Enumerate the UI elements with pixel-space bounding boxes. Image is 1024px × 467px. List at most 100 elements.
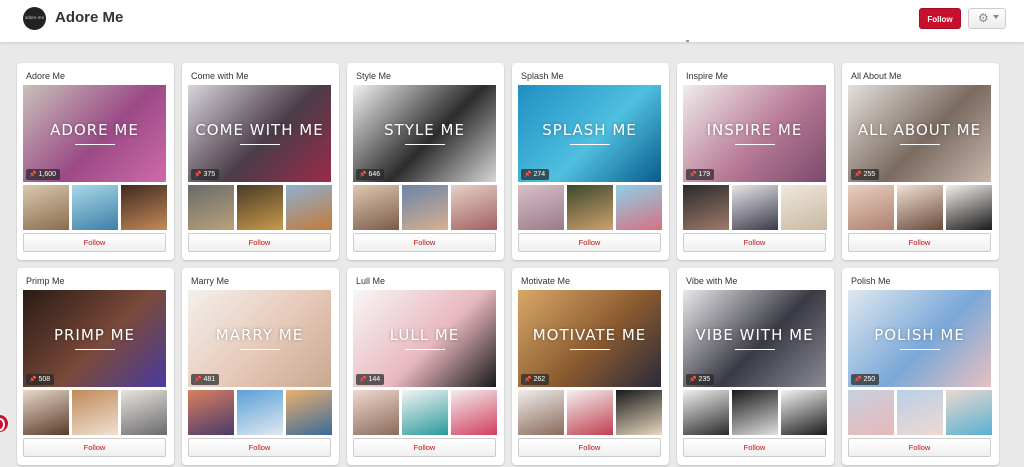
board-thumbnail[interactable] [451, 185, 497, 230]
board-cover[interactable]: MARRY ME 📌 481 [188, 290, 331, 387]
board-card[interactable]: Adore Me ADORE ME 📌 1,600 Follow [17, 63, 174, 260]
board-thumbnail[interactable] [732, 185, 778, 230]
board-title[interactable]: Adore Me [26, 71, 65, 81]
board-card[interactable]: Vibe with Me VIBE WITH ME 📌 235 Follow [677, 268, 834, 465]
board-card[interactable]: All About Me ALL ABOUT ME 📌 255 Follow [842, 63, 999, 260]
cover-divider [570, 144, 610, 145]
follow-board-button[interactable]: Follow [683, 233, 826, 252]
board-card[interactable]: Polish Me POLISH ME 📌 250 Follow [842, 268, 999, 465]
follow-board-button[interactable]: Follow [518, 438, 661, 457]
board-thumbnail[interactable] [188, 390, 234, 435]
pin-count: 375 [203, 171, 216, 178]
pin-count-badge: 📌 250 [851, 374, 880, 385]
follow-board-button[interactable]: Follow [683, 438, 826, 457]
divider-mark [686, 40, 689, 42]
board-card[interactable]: Inspire Me INSPIRE ME 📌 179 Follow [677, 63, 834, 260]
cover-divider [75, 349, 115, 350]
board-thumbnail[interactable] [848, 185, 894, 230]
board-thumbnail[interactable] [72, 390, 118, 435]
board-thumbnail[interactable] [451, 390, 497, 435]
follow-board-button[interactable]: Follow [848, 438, 991, 457]
pin-count-badge: 📌 1,600 [26, 169, 61, 180]
pinterest-logo-icon[interactable] [0, 415, 8, 432]
board-thumbnail[interactable] [781, 185, 827, 230]
board-thumbnail[interactable] [23, 185, 69, 230]
follow-board-button[interactable]: Follow [518, 233, 661, 252]
board-thumbnail[interactable] [286, 185, 332, 230]
board-title[interactable]: Lull Me [356, 276, 385, 286]
follow-board-button[interactable]: Follow [353, 438, 496, 457]
board-thumbnail[interactable] [616, 185, 662, 230]
board-thumbnail[interactable] [353, 390, 399, 435]
board-thumbnail[interactable] [23, 390, 69, 435]
board-thumbnail[interactable] [237, 390, 283, 435]
board-cover[interactable]: STYLE ME 📌 646 [353, 85, 496, 182]
board-thumbnail[interactable] [188, 185, 234, 230]
pin-count-badge: 📌 255 [851, 169, 880, 180]
board-thumbnail[interactable] [237, 185, 283, 230]
board-thumbnail[interactable] [402, 185, 448, 230]
board-thumbnail[interactable] [518, 185, 564, 230]
board-cover[interactable]: INSPIRE ME 📌 179 [683, 85, 826, 182]
board-cover-label: INSPIRE ME [706, 121, 803, 139]
board-cover[interactable]: MOTIVATE ME 📌 262 [518, 290, 661, 387]
board-title[interactable]: Marry Me [191, 276, 229, 286]
board-title[interactable]: Inspire Me [686, 71, 728, 81]
board-thumbnail[interactable] [121, 185, 167, 230]
follow-board-button[interactable]: Follow [23, 438, 166, 457]
board-title[interactable]: Splash Me [521, 71, 564, 81]
board-cover[interactable]: LULL ME 📌 144 [353, 290, 496, 387]
follow-profile-button[interactable]: Follow [919, 8, 961, 29]
board-thumbnail[interactable] [946, 390, 992, 435]
board-card[interactable]: Primp Me PRIMP ME 📌 508 Follow [17, 268, 174, 465]
board-thumbnail[interactable] [567, 185, 613, 230]
profile-header: adore me Adore Me Follow ⚙ [0, 0, 1024, 43]
board-title[interactable]: All About Me [851, 71, 902, 81]
board-thumbnail[interactable] [72, 185, 118, 230]
board-thumbnail[interactable] [683, 185, 729, 230]
board-card[interactable]: Lull Me LULL ME 📌 144 Follow [347, 268, 504, 465]
board-card[interactable]: Marry Me MARRY ME 📌 481 Follow [182, 268, 339, 465]
board-title[interactable]: Vibe with Me [686, 276, 737, 286]
board-thumbnail[interactable] [897, 390, 943, 435]
follow-board-button[interactable]: Follow [188, 438, 331, 457]
board-thumbnail[interactable] [848, 390, 894, 435]
board-thumbnail[interactable] [286, 390, 332, 435]
board-thumbnail[interactable] [616, 390, 662, 435]
board-thumbnail[interactable] [353, 185, 399, 230]
pin-icon: 📌 [29, 377, 37, 383]
board-title[interactable]: Primp Me [26, 276, 65, 286]
follow-board-button[interactable]: Follow [188, 233, 331, 252]
board-title[interactable]: Polish Me [851, 276, 891, 286]
board-thumbnail[interactable] [567, 390, 613, 435]
board-thumbnail[interactable] [683, 390, 729, 435]
board-title[interactable]: Come with Me [191, 71, 249, 81]
board-cover[interactable]: ALL ABOUT ME 📌 255 [848, 85, 991, 182]
board-card[interactable]: Motivate Me MOTIVATE ME 📌 262 Follow [512, 268, 669, 465]
board-thumbnail[interactable] [732, 390, 778, 435]
board-cover[interactable]: COME WITH ME 📌 375 [188, 85, 331, 182]
board-cover[interactable]: PRIMP ME 📌 508 [23, 290, 166, 387]
follow-board-button[interactable]: Follow [23, 233, 166, 252]
board-cover[interactable]: VIBE WITH ME 📌 235 [683, 290, 826, 387]
settings-button[interactable]: ⚙ [968, 8, 1006, 29]
board-thumbnail[interactable] [402, 390, 448, 435]
board-title[interactable]: Style Me [356, 71, 391, 81]
board-thumbnail[interactable] [781, 390, 827, 435]
avatar[interactable]: adore me [23, 7, 46, 30]
board-thumbnail[interactable] [518, 390, 564, 435]
follow-board-button[interactable]: Follow [848, 233, 991, 252]
board-cover[interactable]: ADORE ME 📌 1,600 [23, 85, 166, 182]
board-thumbnail[interactable] [121, 390, 167, 435]
follow-board-button[interactable]: Follow [353, 233, 496, 252]
board-title[interactable]: Motivate Me [521, 276, 570, 286]
board-card[interactable]: Splash Me SPLASH ME 📌 274 Follow [512, 63, 669, 260]
pin-count: 235 [698, 376, 711, 383]
board-card[interactable]: Come with Me COME WITH ME 📌 375 Follow [182, 63, 339, 260]
pin-icon: 📌 [359, 172, 367, 178]
board-cover[interactable]: POLISH ME 📌 250 [848, 290, 991, 387]
board-thumbnail[interactable] [897, 185, 943, 230]
board-cover[interactable]: SPLASH ME 📌 274 [518, 85, 661, 182]
board-card[interactable]: Style Me STYLE ME 📌 646 Follow [347, 63, 504, 260]
board-thumbnail[interactable] [946, 185, 992, 230]
